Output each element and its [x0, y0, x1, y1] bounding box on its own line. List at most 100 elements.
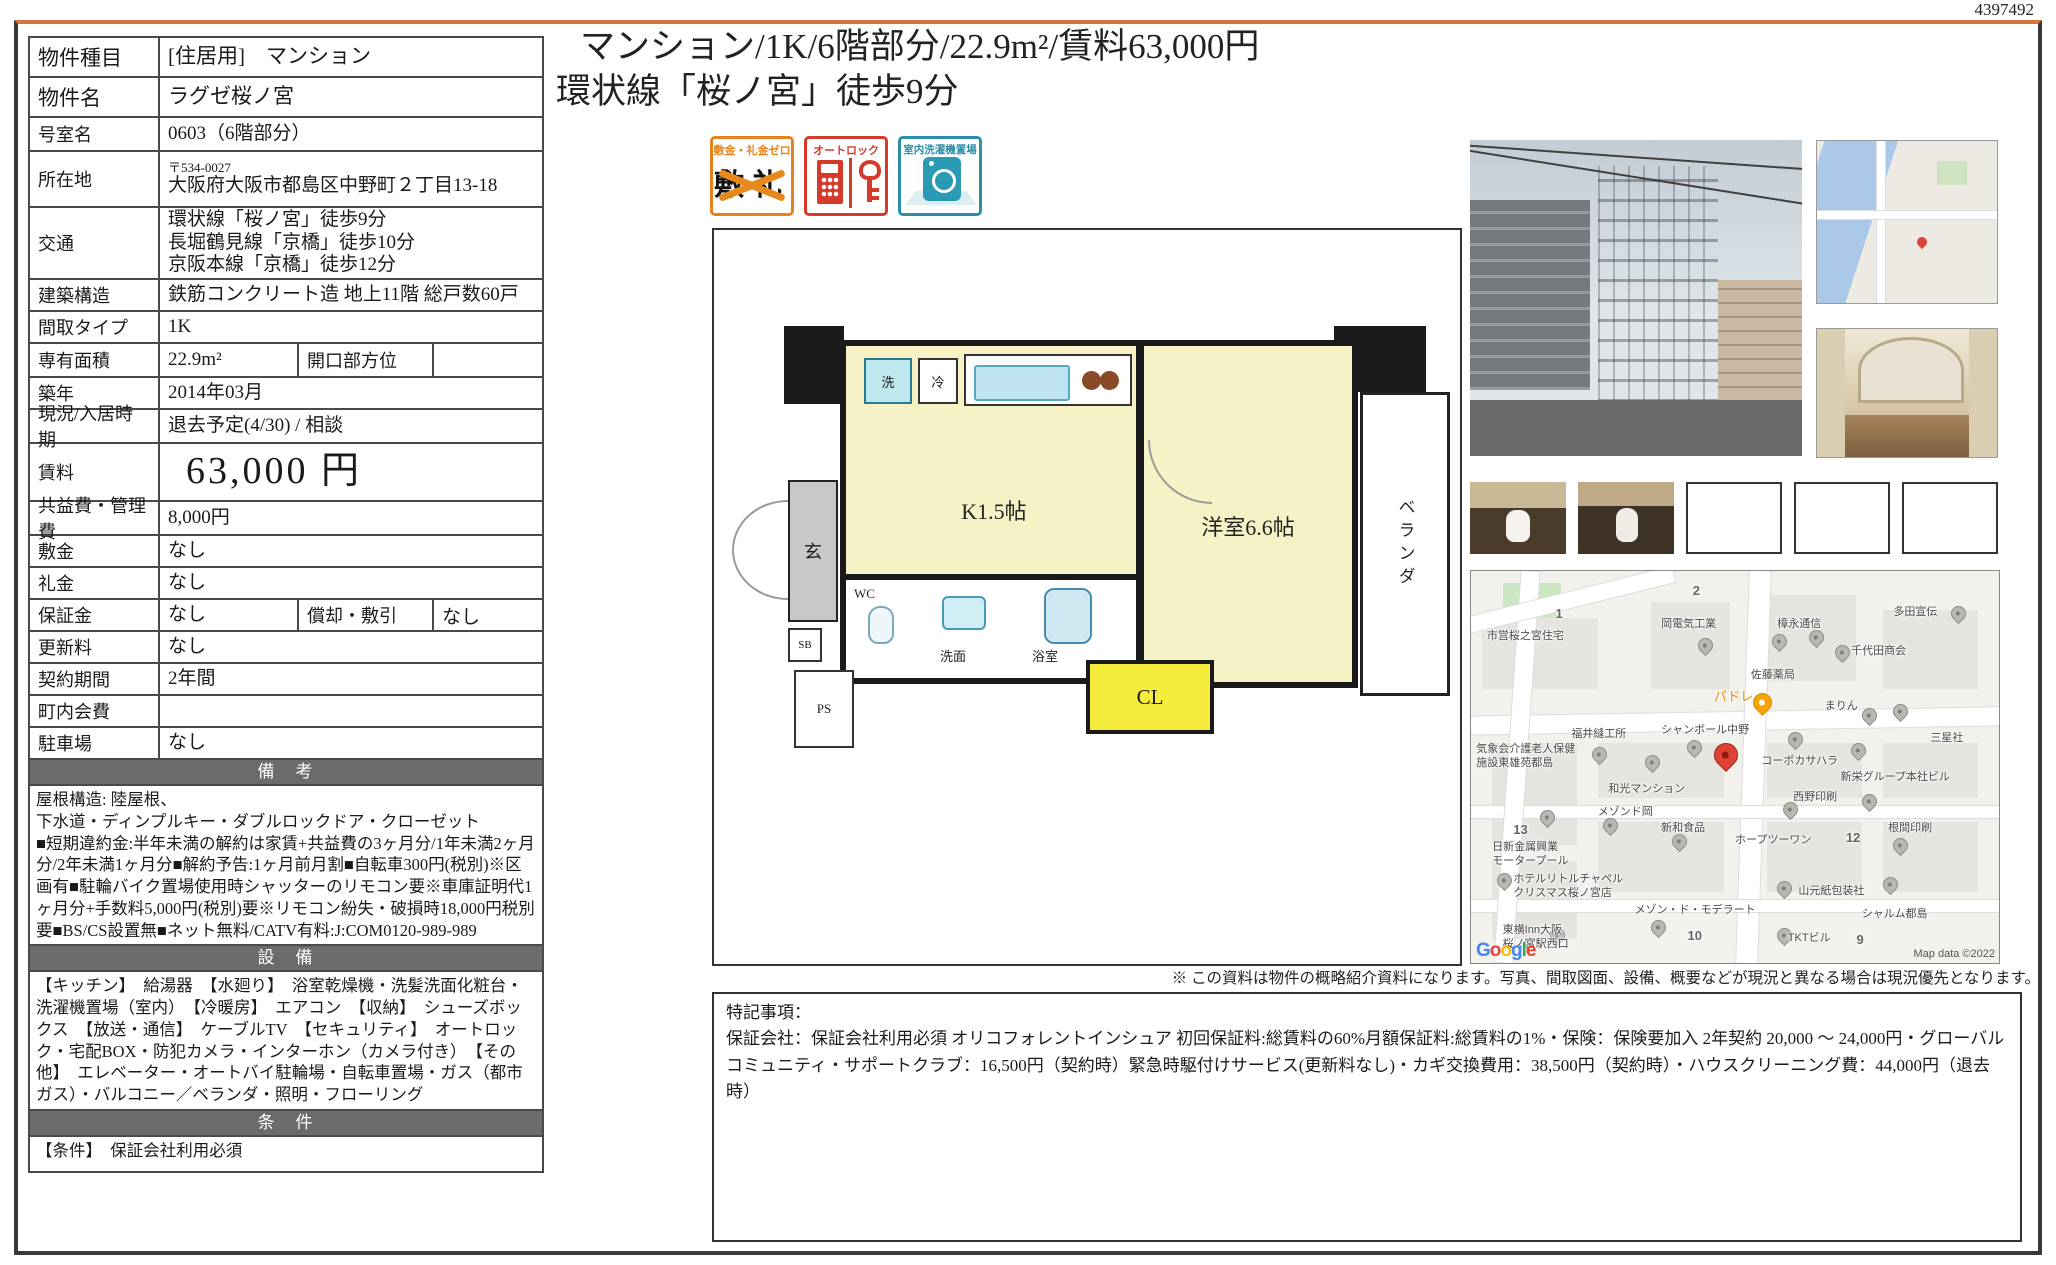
table-row: 共益費・管理費8,000円 [30, 502, 542, 536]
pillar [784, 326, 844, 404]
row-label: 礼金 [30, 568, 160, 598]
conditions-text: 【条件】 保証会社利用必須 [30, 1137, 542, 1171]
map-pin [1647, 917, 1668, 938]
shoe-box: SB [788, 628, 822, 662]
table-row: 所在地〒534-0027大阪府大阪市都島区中野町２丁目13-18 [30, 152, 542, 208]
equipment-text: 【キッチン】 給湯器 【水廻り】 浴室乾燥機・洗髪洗面化粧台・洗濯機置場（室内）… [30, 972, 542, 1111]
row-value: なし [160, 632, 542, 662]
no-deposit-icon: 敷礼 [713, 160, 791, 208]
kitchen-counter [964, 354, 1132, 406]
area-map: 市営桜之宮住宅12岡電気工業樟永通信多田宣伝千代田商会佐藤薬局パドレまりん三星社… [1470, 570, 2000, 964]
floor-plan: 洗 冷 K1.5帖 洋室6.6帖 WC 洗面 浴室 CL ベランダ 玄 SB P… [712, 228, 1462, 966]
badge-label: 室内洗濯機置場 [901, 142, 979, 157]
row-value: なし [160, 728, 542, 758]
no-deposit-badge: 敷金・礼金ゼロ 敷礼 [710, 136, 794, 216]
sink-icon [942, 596, 986, 630]
row-value: 2014年03月 [160, 378, 542, 408]
map-place-label: ホープツーワン [1735, 834, 1811, 848]
table-row: 現況/入居時期退去予定(4/30) / 相談 [30, 410, 542, 444]
map-place-label: 樟永通信 [1777, 618, 1821, 632]
row-label: 敷金 [30, 536, 160, 566]
map-place-label: 気象会介護老人保健 施設東雄苑都島 [1476, 743, 1575, 771]
table-row: 町内会費 [30, 696, 542, 728]
row-label: 所在地 [30, 152, 160, 206]
row-value: 8,000円 [160, 502, 542, 534]
row-label: 現況/入居時期 [30, 410, 160, 442]
table-row: 物件種目[住居用] マンション [30, 38, 542, 78]
bath-label: 浴室 [1032, 646, 1058, 665]
property-table-rows: 物件種目[住居用] マンション物件名ラグゼ桜ノ宮号室名0603（6階部分）所在地… [30, 38, 542, 760]
map-place-label: メゾン・ド・モデラート [1635, 904, 1756, 918]
table-row: 物件名ラグゼ桜ノ宮 [30, 78, 542, 118]
row-label-2: 償却・敷引 [297, 600, 434, 630]
map-place-label: 福井縫工所 [1571, 728, 1626, 742]
conditions-header: 条 件 [30, 1111, 542, 1137]
map-place-label: コーポカサハラ [1761, 755, 1838, 769]
washing-machine-icon [901, 157, 979, 207]
interior-thumb [1470, 482, 1566, 554]
row-value: なし [160, 536, 542, 566]
table-row: 間取タイプ1K [30, 312, 542, 344]
row-value-2: なし [434, 600, 542, 630]
table-row: 更新料なし [30, 632, 542, 664]
map-place-label: 10 [1687, 928, 1701, 944]
empty-thumb [1686, 482, 1782, 554]
empty-thumb [1902, 482, 1998, 554]
bathtub-icon [1044, 588, 1092, 644]
wc-label: WC [854, 586, 875, 602]
kitchen-label: K1.5帖 [934, 494, 1054, 526]
row-value: 0603（6階部分） [160, 118, 542, 150]
row-value: 環状線「桜ノ宮」徒歩9分 長堀鶴見線「京橋」徒歩10分 京阪本線「京橋」徒歩12… [160, 208, 542, 278]
map-place-label: 9 [1856, 932, 1863, 948]
map-place-label: 岡電気工業 [1661, 618, 1716, 632]
map-place-label: 千代田商会 [1851, 645, 1906, 659]
entrance-photo [1816, 328, 1998, 458]
row-value: なし [160, 568, 542, 598]
table-row: 保証金なし償却・敷引なし [30, 600, 542, 632]
autolock-badge: オートロック [804, 136, 888, 216]
row-label: 共益費・管理費 [30, 502, 160, 534]
table-row: 契約期間2年間 [30, 664, 542, 696]
row-label: 建築構造 [30, 280, 160, 310]
map-place-label: パドレ [1714, 689, 1753, 705]
row-value: なし [160, 600, 297, 630]
row-label: 契約期間 [30, 664, 160, 694]
building-photo [1470, 140, 1802, 456]
room-label: 洋室6.6帖 [1158, 510, 1338, 542]
row-label-2: 開口部方位 [297, 344, 434, 376]
map-place-label: 多田宣伝 [1893, 606, 1937, 620]
row-value: ラグゼ桜ノ宮 [160, 78, 542, 116]
property-table: 物件種目[住居用] マンション物件名ラグゼ桜ノ宮号室名0603（6階部分）所在地… [28, 36, 544, 1173]
badge-label: オートロック [807, 142, 885, 158]
autolock-icon [807, 158, 885, 208]
table-row: 交通環状線「桜ノ宮」徒歩9分 長堀鶴見線「京橋」徒歩10分 京阪本線「京橋」徒歩… [30, 208, 542, 280]
toilet-icon [868, 606, 894, 644]
indoor-laundry-badge: 室内洗濯機置場 [898, 136, 982, 216]
closet: CL [1086, 660, 1214, 734]
special-notes-box: 特記事項： 保証会社：保証会社利用必須 オリコフォレントインシュア 初回保証料:… [712, 992, 2022, 1242]
row-value: 鉄筋コンクリート造 地上11階 総戸数60戸 [160, 280, 542, 310]
map-place-label: シャルム都島 [1862, 908, 1928, 922]
map-place-label: 和光マンション [1608, 783, 1685, 797]
washer-space: 洗 [864, 358, 912, 404]
row-label: 専有面積 [30, 344, 160, 376]
feature-badges: 敷金・礼金ゼロ 敷礼 オートロック 室内洗濯機置場 [710, 136, 982, 216]
google-logo: Google [1476, 940, 1535, 962]
equipment-header: 設 備 [30, 946, 542, 972]
map-place-label: 2 [1693, 583, 1700, 599]
page-title: マンション/1K/6階部分/22.9m²/賃料63,000円 環状線「桜ノ宮」徒… [556, 24, 1336, 114]
entrance: 玄 [788, 480, 838, 622]
empty-thumb [1794, 482, 1890, 554]
map-place-label: まりん [1825, 700, 1858, 714]
map-place-label: 根間印刷 [1888, 822, 1932, 836]
table-row: 専有面積22.9m²開口部方位 [30, 344, 542, 378]
pipe-space: PS [794, 670, 854, 748]
special-notes-text: 保証会社：保証会社利用必須 オリコフォレントインシュア 初回保証料:総賃料の60… [726, 1029, 2004, 1101]
map-place-label: 新和食品 [1661, 822, 1705, 836]
row-value: 〒534-0027大阪府大阪市都島区中野町２丁目13-18 [160, 152, 542, 206]
row-value: 2年間 [160, 664, 542, 694]
badge-label: 敷金・礼金ゼロ [713, 142, 791, 158]
table-row: 号室名0603（6階部分） [30, 118, 542, 152]
row-label: 町内会費 [30, 696, 160, 726]
map-place-label: 山元紙包装社 [1798, 885, 1864, 899]
